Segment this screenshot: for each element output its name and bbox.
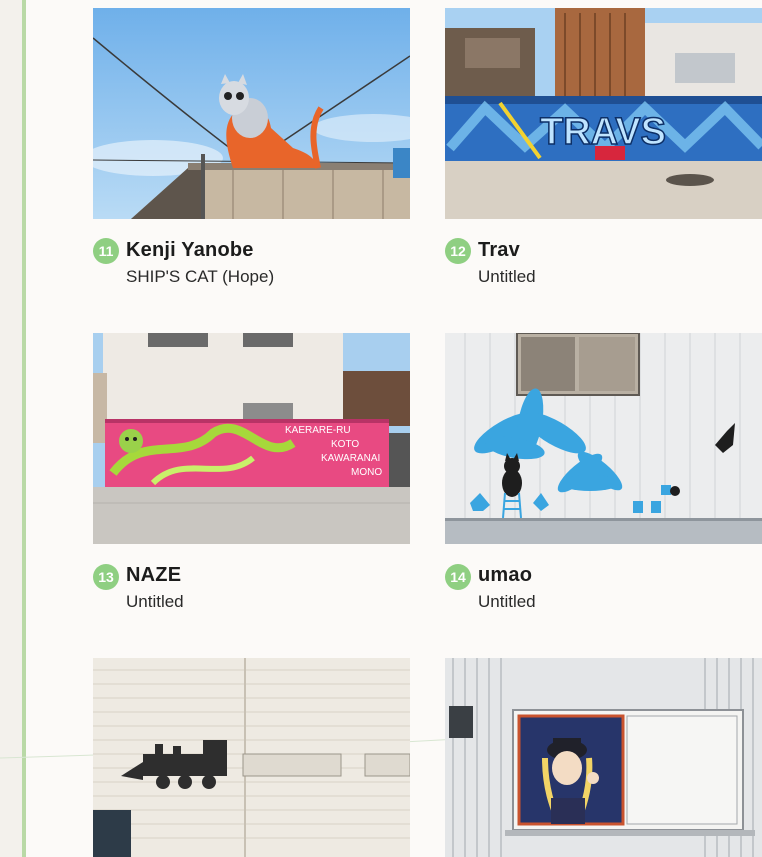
naze-mural-text-3: KAWARANAI bbox=[321, 453, 380, 464]
work-title: Untitled bbox=[126, 592, 184, 611]
entry-number-badge: 13 bbox=[93, 564, 119, 590]
work-title: Untitled bbox=[478, 592, 536, 611]
photo-train-mural bbox=[93, 658, 410, 857]
entry-number-badge: 12 bbox=[445, 238, 471, 264]
work-title: SHIP'S CAT (Hope) bbox=[126, 267, 275, 286]
photo-ships-cat bbox=[93, 8, 410, 219]
photo-trav-mural: TRAVS bbox=[445, 8, 762, 219]
photo-umao-mural bbox=[445, 333, 762, 544]
photo-naze-mural: KAERARE-RU KOTO KAWARANAI MONO bbox=[93, 333, 410, 544]
entry-number-badge: 14 bbox=[445, 564, 471, 590]
artist-name: umao bbox=[478, 564, 533, 586]
work-title: Untitled bbox=[478, 267, 536, 286]
artist-name: Trav bbox=[478, 239, 520, 261]
artist-name: NAZE bbox=[126, 564, 182, 586]
artist-name: Kenji Yanobe bbox=[126, 239, 254, 261]
photo-window-mural bbox=[445, 658, 762, 857]
entry-number-badge: 11 bbox=[93, 238, 119, 264]
naze-mural-text-2: KOTO bbox=[331, 439, 359, 450]
naze-mural-text-4: MONO bbox=[351, 467, 382, 478]
catalog-page: 11 Kenji Yanobe SHIP'S CAT (Hope) TRAVS bbox=[0, 0, 762, 857]
naze-mural-text-1: KAERARE-RU bbox=[285, 425, 351, 436]
